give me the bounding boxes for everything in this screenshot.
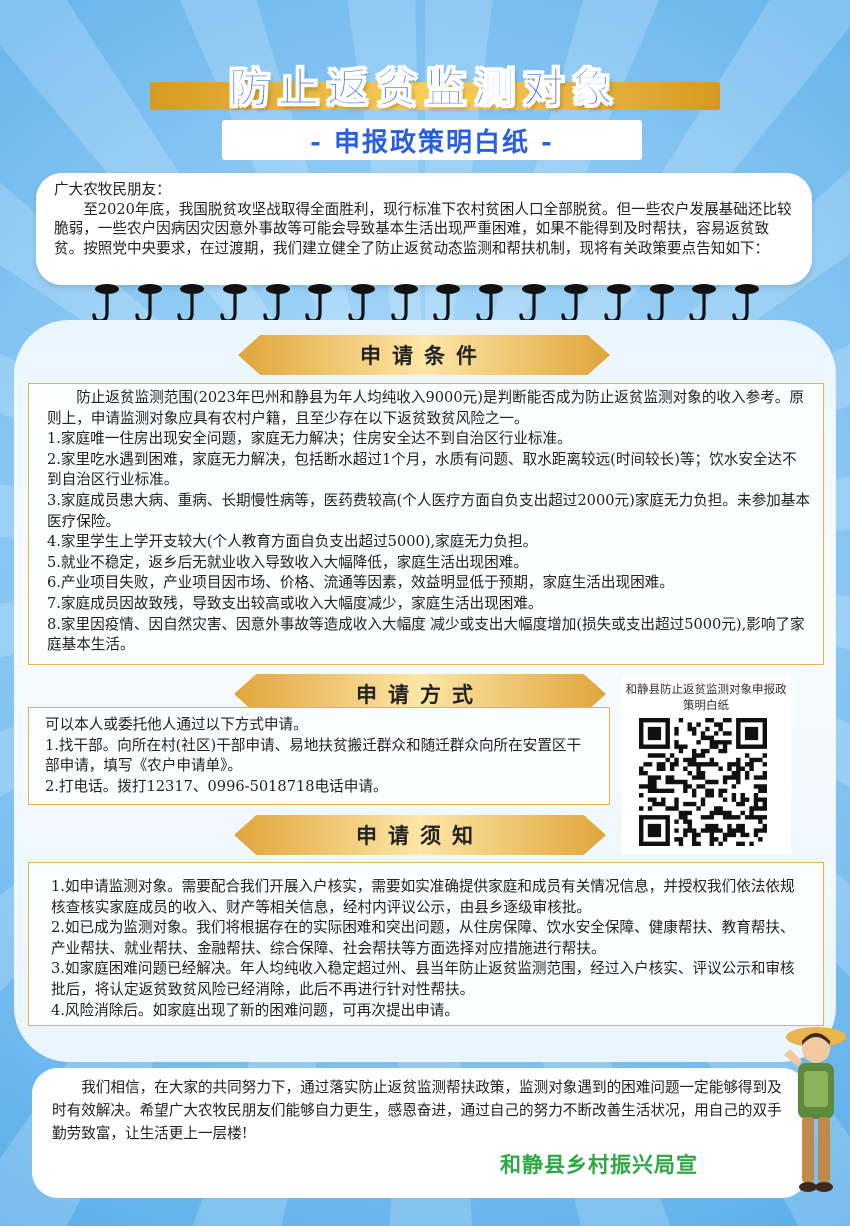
qr-panel: 和静县防止返贫监测对象申报政策明白纸 — [621, 676, 791, 854]
hook-icon — [561, 284, 589, 323]
note-item: 3.如家庭困难问题已经解决。年人均纯收入稳定超过州、县当年防止返贫监测范围，经过… — [51, 960, 795, 998]
hook-icon — [518, 284, 546, 323]
hook-icon — [433, 284, 461, 323]
hook-icon — [220, 284, 247, 323]
note-item: 4.风险消除后。如家庭出现了新的困难问题，可再次提出申请。 — [51, 1001, 459, 1019]
hook-icon — [476, 284, 503, 323]
qr-code-icon[interactable] — [639, 718, 767, 846]
condition-item: 7.家庭成员因故致残，导致支出较高或收入大幅度减少，家庭生活出现困难。 — [47, 594, 543, 612]
notes-section: 1.如申请监测对象。需要配合我们开展入户核实，需要如实准确提供家庭和成员有关情况… — [28, 862, 824, 1026]
hook-icon — [732, 284, 759, 323]
condition-item: 8.家里因疫情、因自然灾害、因意外事故等造成收入大幅度 减少或支出大幅度增加(损… — [47, 615, 805, 654]
methods-section: 可以本人或委托他人通过以下方式申请。 1.找干部。向所在村(社区)干部申请、易地… — [28, 707, 610, 805]
hook-icon — [348, 284, 375, 323]
page-subtitle: - 申报政策明白纸 - — [222, 120, 642, 160]
hook-icon — [177, 284, 205, 323]
condition-item: 5.就业不稳定，返乡后无就业收入导致收入大幅降低，家庭生活出现困难。 — [47, 553, 528, 571]
condition-item: 4.家里学生上学开支较大(个人教育方面自负支出超过5000),家庭无力负担。 — [47, 533, 538, 551]
condition-item: 6.产业项目失败，产业项目因市场、价格、流通等因素，效益明显低于预期，家庭生活出… — [47, 574, 674, 592]
hook-icon — [604, 284, 631, 323]
condition-item: 2.家里吃水遇到困难，家庭无力解决，包括断水超过1个月，水质有问题、取水距离较远… — [47, 450, 797, 489]
hook-icon — [646, 284, 674, 323]
method-line: 2.打电话。拨打12317、0996-5018718电话申请。 — [45, 777, 388, 795]
hook-icon — [689, 284, 717, 323]
qr-caption: 和静县防止返贫监测对象申报政策明白纸 — [625, 684, 787, 712]
hook-icon — [305, 284, 333, 323]
condition-item: 1.家庭唯一住房出现安全问题，家庭无力解决；住房安全达不到自治区行业标准。 — [47, 430, 572, 448]
method-line: 可以本人或委托他人通过以下方式申请。 — [45, 716, 308, 733]
farmer-illustration-icon — [784, 1027, 846, 1192]
condition-item: 3.家庭成员患大病、重病、长期慢性病等，医药费较高(个人医疗方面自负支出超过20… — [47, 491, 810, 530]
intro-greeting: 广大农牧民朋友： — [54, 181, 171, 198]
page-title: 防止返贫监测对象 — [229, 64, 621, 113]
conditions-heading: 申请条件 — [238, 335, 610, 375]
hook-icon — [390, 284, 418, 323]
note-item: 2.如已成为监测对象。我们将根据存在的实际困难和突出问题，从住房保障、饮水安全保… — [51, 919, 795, 957]
notes-heading: 申请须知 — [234, 815, 606, 855]
note-item: 1.如申请监测对象。需要配合我们开展入户核实，需要如实准确提供家庭和成员有关情况… — [51, 878, 795, 916]
closing-text: 我们相信，在大家的共同努力下，通过落实防止返贫监测帮扶政策，监测对象遇到的困难问… — [52, 1079, 782, 1142]
signature: 和静县乡村振兴局宣 — [500, 1152, 698, 1177]
intro-body: 至2020年底，我国脱贫攻坚战取得全面胜利，现行标准下农村贫困人口全部脱贫。但一… — [54, 200, 792, 257]
hook-icon — [135, 284, 162, 323]
conditions-section: 防止返贫监测范围(2023年巴州和静县为年人均纯收入9000元)是判断能否成为防… — [28, 383, 824, 665]
intro-text: 广大农牧民朋友： 至2020年底，我国脱贫攻坚战取得全面胜利，现行标准下农村贫困… — [54, 180, 794, 258]
method-line: 1.找干部。向所在村(社区)干部申请、易地扶贫搬迁群众和随迁群众向所在安置区干部… — [45, 736, 582, 775]
conditions-lead: 防止返贫监测范围(2023年巴州和静县为年人均纯收入9000元)是判断能否成为防… — [47, 389, 804, 427]
hook-icon — [263, 284, 290, 323]
hook-row — [92, 283, 762, 325]
hook-icon — [92, 284, 119, 323]
